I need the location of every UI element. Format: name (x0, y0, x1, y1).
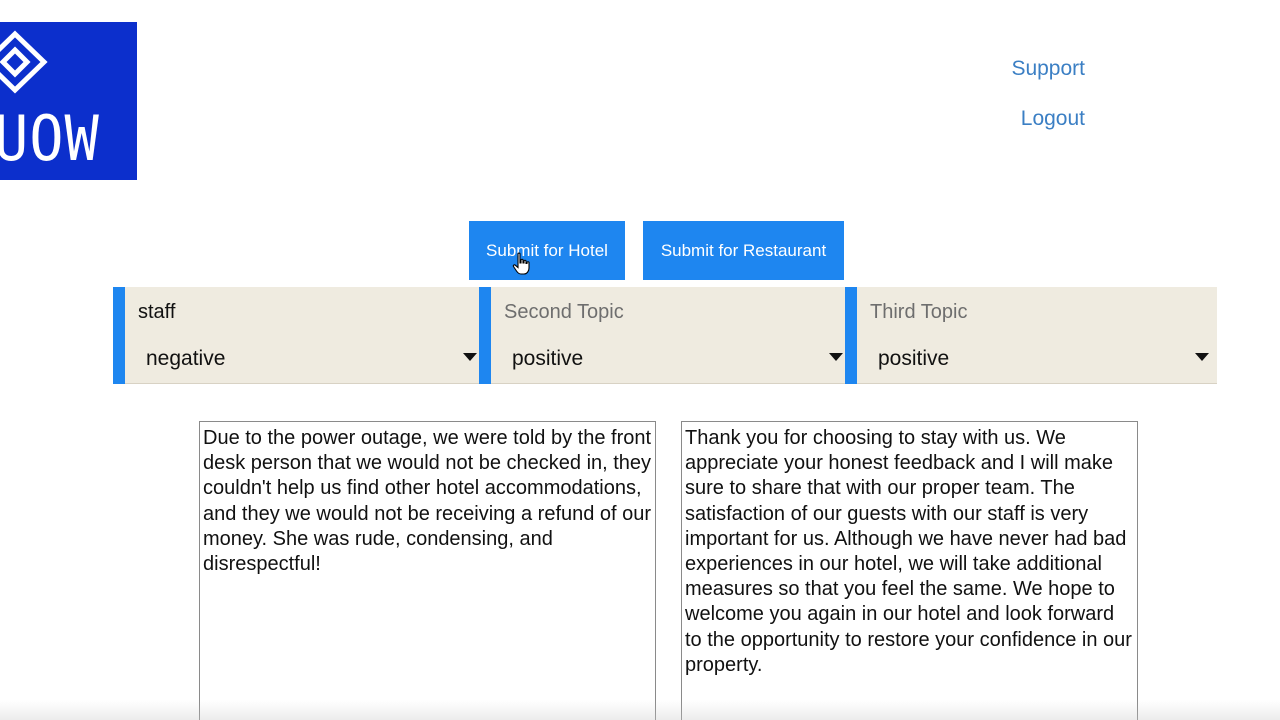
topic-accent-bar (113, 287, 125, 384)
topic-accent-bar (479, 287, 491, 384)
second-topic-sentiment-select[interactable]: positive (512, 347, 847, 377)
review-textarea[interactable]: Due to the power outage, we were told by… (199, 421, 656, 720)
uow-logo: UOW (0, 22, 137, 180)
topic-group-1: negative (113, 287, 479, 384)
topic-accent-bar (845, 287, 857, 384)
caret-down-icon (829, 353, 843, 361)
sentiment-value: negative (146, 347, 226, 370)
first-topic-input[interactable] (138, 299, 458, 325)
second-topic-input[interactable] (504, 299, 824, 325)
third-topic-input[interactable] (870, 299, 1190, 325)
topic-group-3: positive (845, 287, 1217, 384)
logout-link[interactable]: Logout (1021, 107, 1085, 131)
sentiment-value: positive (512, 347, 584, 370)
hand-cursor-icon (512, 252, 530, 275)
caret-down-icon (1195, 353, 1209, 361)
third-topic-sentiment-select[interactable]: positive (878, 347, 1213, 377)
topic-group-2: positive (479, 287, 845, 384)
caret-down-icon (463, 353, 477, 361)
submit-restaurant-button[interactable]: Submit for Restaurant (643, 221, 844, 280)
first-topic-sentiment-select[interactable]: negative (146, 347, 481, 377)
submit-hotel-button[interactable]: Submit for Hotel (469, 221, 625, 280)
page-bottom-edge (0, 700, 1280, 720)
sentiment-value: positive (878, 347, 950, 370)
support-link[interactable]: Support (1011, 57, 1085, 81)
logo-text: UOW (0, 102, 100, 175)
response-textarea[interactable]: Thank you for choosing to stay with us. … (681, 421, 1138, 720)
topic-bar: negative positive positive (113, 287, 1217, 384)
